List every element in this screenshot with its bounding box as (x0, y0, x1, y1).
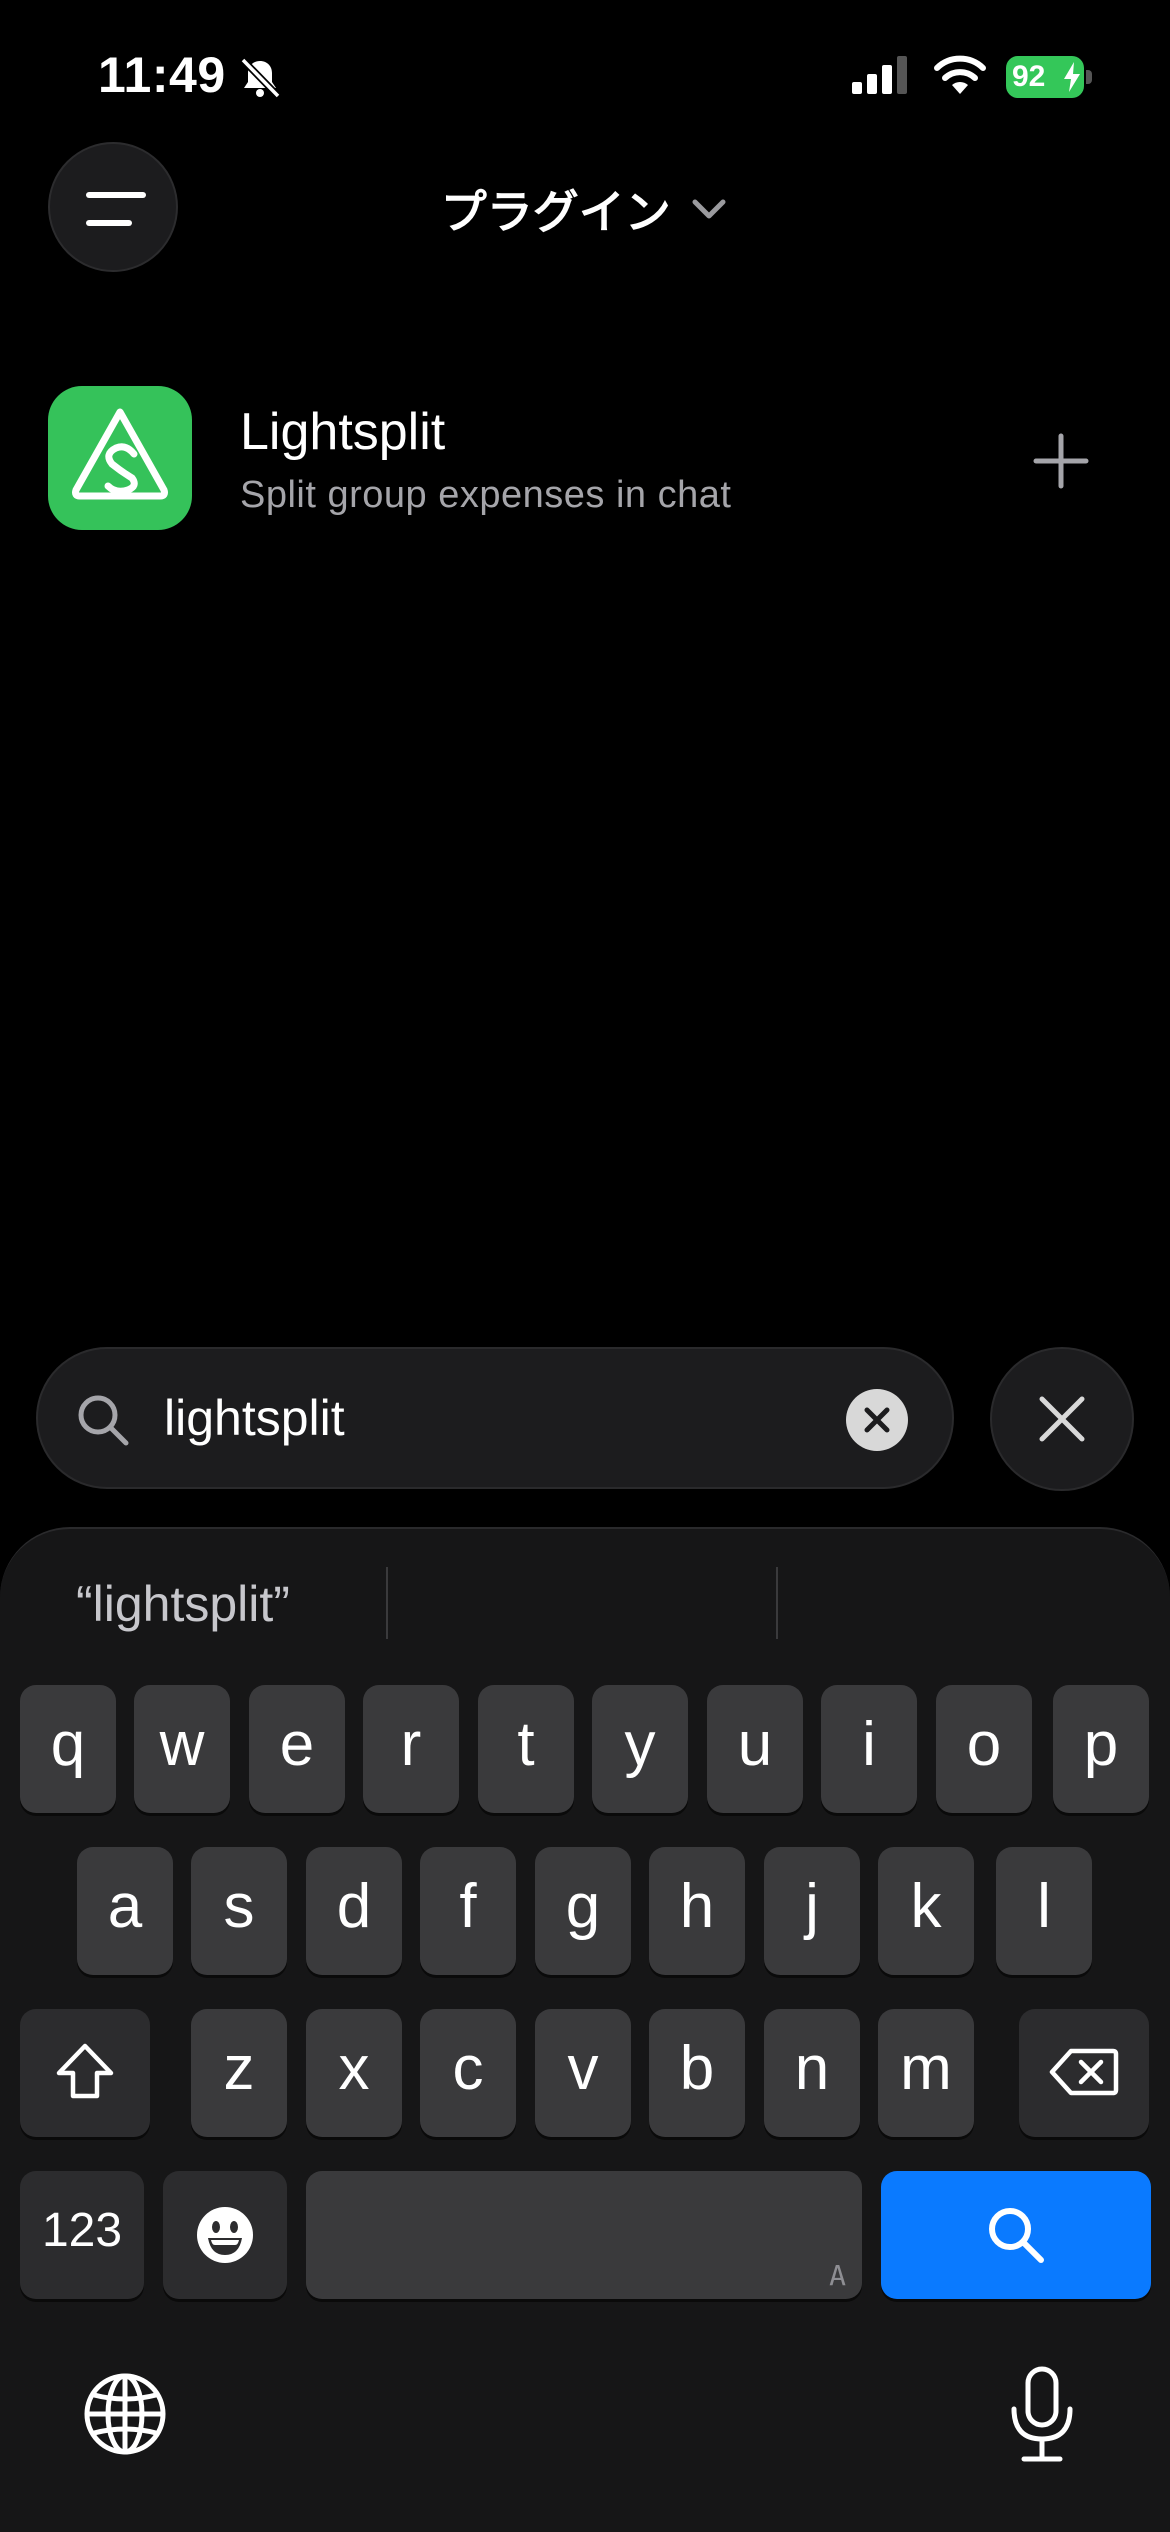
key-g[interactable]: g (535, 1847, 631, 1975)
plus-icon[interactable] (1032, 432, 1090, 490)
status-time: 11:49 (98, 47, 226, 103)
close-search-button[interactable] (990, 1347, 1134, 1491)
key-l[interactable]: l (996, 1847, 1092, 1975)
key-y[interactable]: y (592, 1685, 688, 1813)
delete-key[interactable] (1019, 2009, 1149, 2137)
title-dropdown[interactable]: プラグイン (0, 176, 1170, 242)
plugin-name[interactable]: Lightsplit (240, 402, 445, 462)
space-key[interactable]: A (306, 2171, 862, 2299)
key-u[interactable]: u (707, 1685, 803, 1813)
emoji-icon (197, 2207, 253, 2263)
key-p[interactable]: p (1053, 1685, 1149, 1813)
key-e[interactable]: e (249, 1685, 345, 1813)
numbers-key[interactable]: 123 (20, 2171, 144, 2299)
key-k[interactable]: k (878, 1847, 974, 1975)
key-v[interactable]: v (535, 2009, 631, 2137)
search-input[interactable]: lightsplit (164, 1389, 345, 1447)
key-h[interactable]: h (649, 1847, 745, 1975)
close-icon (1039, 1396, 1085, 1442)
clear-icon (864, 1407, 890, 1433)
search-icon (78, 1395, 129, 1446)
key-o[interactable]: o (936, 1685, 1032, 1813)
cellular-signal-icon (852, 56, 907, 94)
lightsplit-app-icon[interactable] (48, 386, 192, 530)
key-b[interactable]: b (649, 2009, 745, 2137)
key-z[interactable]: z (191, 2009, 287, 2137)
key-j[interactable]: j (764, 1847, 860, 1975)
search-icon (989, 2208, 1044, 2263)
suggestion-item[interactable]: “lightsplit” (76, 1575, 290, 1633)
key-n[interactable]: n (764, 2009, 860, 2137)
charging-bolt-icon (1064, 62, 1080, 92)
space-hint-label: A (829, 2259, 846, 2292)
shift-key[interactable] (20, 2009, 150, 2137)
backspace-icon (1049, 2048, 1119, 2096)
chevron-down-icon (692, 199, 726, 219)
key-r[interactable]: r (363, 1685, 459, 1813)
battery-level: 92 (1012, 60, 1046, 93)
wifi-icon (934, 55, 986, 94)
key-f[interactable]: f (420, 1847, 516, 1975)
search-key[interactable] (881, 2171, 1151, 2299)
emoji-key[interactable] (163, 2171, 287, 2299)
plugin-description: Split group expenses in chat (240, 474, 732, 516)
key-t[interactable]: t (478, 1685, 574, 1813)
search-field[interactable]: lightsplit (36, 1347, 954, 1489)
key-s[interactable]: s (191, 1847, 287, 1975)
shift-icon (56, 2043, 114, 2099)
keyboard: “lightsplit” q w e r t y u i o p a s d f… (0, 1527, 1170, 2532)
key-x[interactable]: x (306, 2009, 402, 2137)
globe-icon[interactable] (82, 2371, 168, 2457)
key-c[interactable]: c (420, 2009, 516, 2137)
key-i[interactable]: i (821, 1685, 917, 1813)
key-a[interactable]: a (77, 1847, 173, 1975)
key-m[interactable]: m (878, 2009, 974, 2137)
microphone-icon[interactable] (1004, 2365, 1080, 2465)
key-d[interactable]: d (306, 1847, 402, 1975)
key-w[interactable]: w (134, 1685, 230, 1813)
battery-indicator: 92 (1006, 56, 1092, 98)
clear-search-button[interactable] (846, 1389, 908, 1451)
lightsplit-logo-icon (72, 408, 168, 500)
silent-bell-icon (240, 57, 281, 99)
key-q[interactable]: q (20, 1685, 116, 1813)
page-title: プラグイン (440, 186, 671, 238)
